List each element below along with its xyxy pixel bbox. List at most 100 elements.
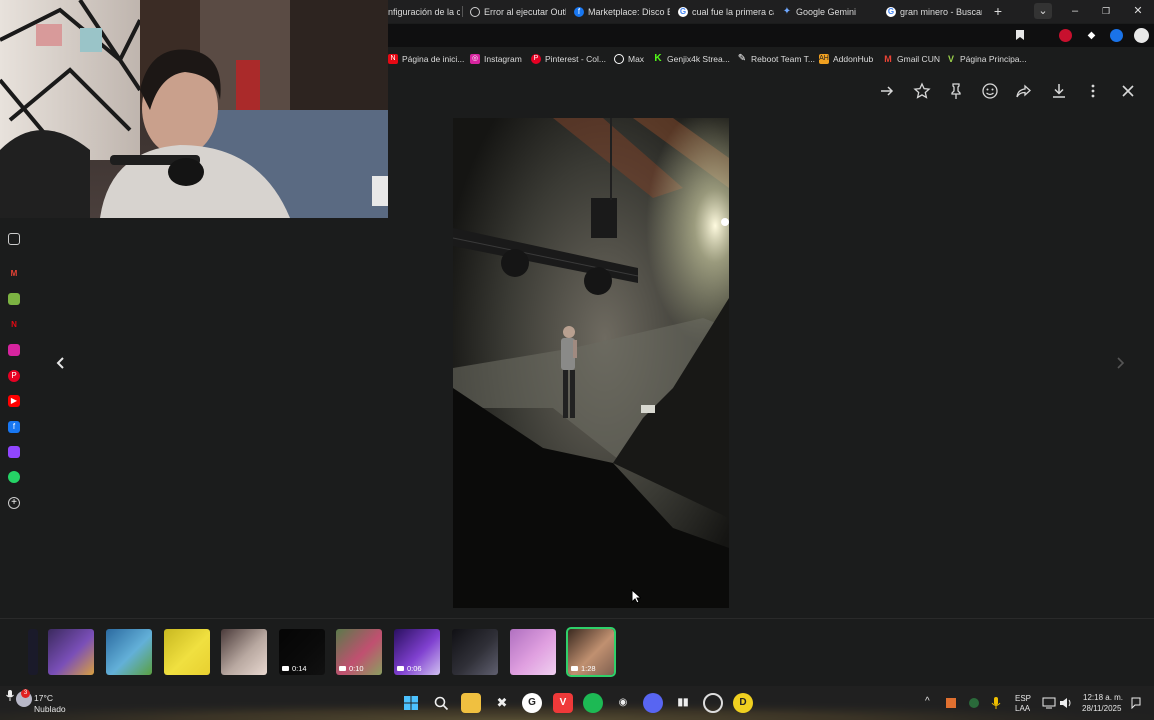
notifications-icon[interactable] — [1130, 697, 1142, 709]
webcam-image — [0, 0, 388, 218]
network-icon[interactable] — [1042, 697, 1056, 709]
tray-app-icon[interactable] — [969, 698, 979, 708]
video-camera-icon — [397, 666, 404, 671]
vivaldi-icon[interactable]: V — [553, 693, 573, 713]
media-thumbnail[interactable] — [510, 629, 556, 675]
tab-google-search[interactable]: G cual fue la primera ca — [678, 2, 774, 21]
bookmark-item[interactable]: N Página de inici... — [388, 53, 464, 65]
media-thumbnail[interactable] — [48, 629, 94, 675]
audio-app-icon[interactable]: ▮▮ — [673, 693, 693, 713]
bookmark-label: Gmail CUN — [897, 54, 940, 64]
weather-condition[interactable]: Nublado — [34, 704, 66, 714]
tab-error-outlook[interactable]: Error al ejecutar Outl — [470, 2, 566, 21]
media-thumbnail[interactable] — [164, 629, 210, 675]
chevron-right-icon — [1117, 357, 1125, 369]
share-icon[interactable] — [1015, 82, 1033, 100]
app-icon[interactable]: G — [522, 693, 542, 713]
bookmark-item[interactable]: ◎ Instagram — [470, 53, 522, 65]
duration-text: 1:28 — [581, 664, 596, 673]
previous-media-button[interactable] — [50, 352, 72, 374]
media-thumbnail[interactable] — [452, 629, 498, 675]
microphone-icon[interactable] — [5, 689, 15, 701]
notification-badge: 3 — [21, 689, 30, 698]
volume-icon[interactable] — [1059, 697, 1073, 709]
pinterest-icon[interactable]: P — [8, 370, 20, 382]
file-explorer-icon[interactable] — [461, 693, 481, 713]
reboot-icon: ✎ — [737, 53, 747, 64]
pin-icon[interactable] — [947, 82, 965, 100]
reading-list-icon[interactable] — [8, 233, 20, 245]
tab-marketplace[interactable]: f Marketplace: Disco E — [574, 2, 670, 21]
spotify-icon[interactable] — [583, 693, 603, 713]
netflix-icon[interactable]: N — [8, 319, 20, 331]
app-icon[interactable]: D — [733, 693, 753, 713]
discord-icon[interactable] — [643, 693, 663, 713]
bookmark-item[interactable]: AH AddonHub — [819, 53, 873, 65]
bookmark-icon[interactable] — [1015, 29, 1025, 41]
app-icon[interactable] — [8, 293, 20, 305]
bookmark-item[interactable]: V Página Principa... — [946, 53, 1027, 65]
media-thumbnail[interactable]: 1:28 — [566, 627, 616, 677]
chevron-up-icon[interactable]: ^ — [925, 696, 930, 707]
download-icon[interactable] — [1050, 82, 1068, 100]
minimize-button[interactable]: – — [1066, 3, 1084, 19]
more-icon[interactable] — [1084, 82, 1102, 100]
media-thumbnail[interactable]: 0:10 — [336, 629, 382, 675]
search-button[interactable] — [431, 693, 451, 713]
chevron-left-icon — [56, 357, 64, 369]
clock-date[interactable]: 28/11/2025 — [1082, 704, 1121, 713]
media-thumbnail[interactable]: 0:14 — [279, 629, 325, 675]
instagram-icon: ◎ — [470, 54, 480, 64]
restore-button[interactable]: ❐ — [1097, 3, 1115, 19]
extension-icon[interactable] — [1059, 29, 1072, 42]
gmail-icon[interactable]: M — [8, 268, 20, 280]
media-thumbnail[interactable] — [106, 629, 152, 675]
bookmark-item[interactable]: M Gmail CUN — [883, 53, 940, 65]
browser-sidebar: M N P ▶ f + — [0, 225, 28, 685]
bookmark-item[interactable]: K Genjix4k Strea... — [653, 53, 730, 65]
vip-icon: V — [947, 54, 954, 64]
bookmark-item[interactable]: ✎ Reboot Team T... — [737, 53, 815, 65]
star-icon[interactable] — [913, 82, 931, 100]
address-bar[interactable]: ◆ — [388, 24, 1154, 47]
windows-icon — [404, 696, 418, 710]
clock-time[interactable]: 12:18 a. m. — [1083, 693, 1123, 702]
close-icon[interactable] — [1119, 82, 1137, 100]
thumbnail-partial[interactable] — [28, 629, 38, 675]
instagram-icon[interactable] — [8, 344, 20, 356]
tab-label: nfiguración de la c — [388, 6, 460, 17]
new-tab-button[interactable]: + — [989, 3, 1007, 19]
video-duration: 0:14 — [282, 664, 307, 673]
twitch-icon[interactable] — [8, 446, 20, 458]
tray-app-icon[interactable] — [946, 698, 956, 708]
media-thumbnail[interactable]: 0:06 — [394, 629, 440, 675]
extension-icon[interactable] — [1110, 29, 1123, 42]
windows-start-button[interactable] — [401, 693, 421, 713]
tab-gran-minero[interactable]: G gran minero - Buscar — [886, 2, 982, 21]
game-app-icon[interactable]: ✖ — [492, 693, 512, 713]
media-thumbnail[interactable] — [221, 629, 267, 675]
tab-gemini[interactable]: ✦ Google Gemini — [782, 2, 878, 21]
next-media-button[interactable] — [1109, 352, 1131, 374]
video-duration: 0:06 — [397, 664, 422, 673]
obs-icon[interactable] — [703, 693, 723, 713]
youtube-icon[interactable]: ▶ — [8, 395, 20, 407]
whatsapp-icon[interactable] — [8, 471, 20, 483]
tab-configuracion[interactable]: nfiguración de la c — [388, 2, 460, 21]
close-window-button[interactable]: ✕ — [1129, 3, 1147, 19]
bookmark-label: Reboot Team T... — [751, 54, 815, 64]
bookmark-label: Genjix4k Strea... — [667, 54, 730, 64]
forward-icon[interactable] — [878, 82, 896, 100]
keyboard-layout[interactable]: LAA — [1015, 704, 1030, 713]
language-code[interactable]: ESP — [1015, 694, 1031, 703]
tab-search-button[interactable]: ⌄ — [1034, 3, 1052, 19]
bookmark-item[interactable]: P Pinterest - Col... — [531, 53, 606, 65]
add-icon[interactable]: + — [8, 497, 20, 509]
facebook-icon[interactable]: f — [8, 421, 20, 433]
emoji-icon[interactable] — [981, 82, 999, 100]
extension-icon[interactable]: ◆ — [1085, 29, 1098, 42]
bookmark-item[interactable]: Max — [614, 53, 644, 65]
microphone-icon[interactable] — [991, 696, 1001, 710]
profile-avatar[interactable] — [1134, 28, 1149, 43]
steam-icon[interactable]: ◉ — [613, 693, 633, 713]
